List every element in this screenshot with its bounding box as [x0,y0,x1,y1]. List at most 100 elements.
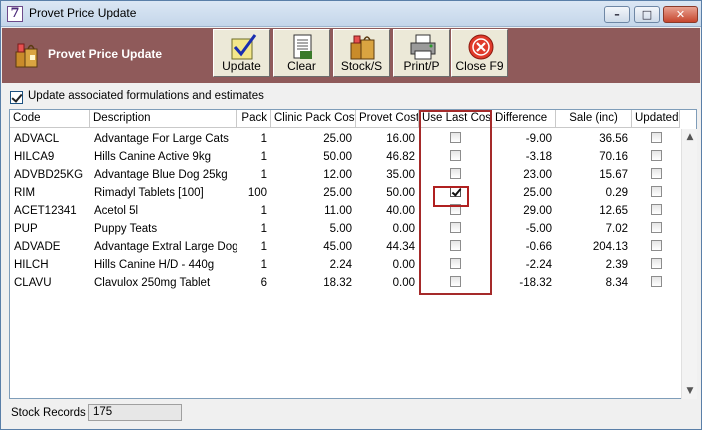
updated-checkbox[interactable] [650,132,662,144]
col-header-provet-cost[interactable]: Provet Cost [356,110,419,128]
use-last-cost-checkbox[interactable] [450,150,461,162]
cell-code: ADVADE [14,241,61,253]
use-last-cost-checkbox[interactable] [450,186,461,198]
table-row[interactable]: ADVADE Advantage Extral Large Dog 1 45.00 44… [10,238,680,256]
scroll-down-icon[interactable]: ▼ [682,383,698,399]
col-header-clinic-pack-cost[interactable]: Clinic Pack Cost [271,110,356,128]
cell-provet-cost: 40.00 [386,205,415,217]
header-title: Provet Price Update [48,47,163,61]
close-f9-button-label: Close F9 [455,59,504,73]
cell-description: Clavulox 250mg Tablet [94,277,211,289]
updated-checkbox[interactable] [650,186,662,198]
cell-pack: 1 [260,133,267,145]
cell-description: Acetol 5l [94,205,139,217]
updated-checkbox[interactable] [650,222,662,234]
cell-code: ADVACL [14,133,60,145]
cell-description: Advantage Blue Dog 25kg [94,169,228,181]
col-header-sale-inc[interactable]: Sale (inc) [556,110,632,128]
grid-header: Code Description Pack Clinic Pack Cost P… [10,110,680,128]
maximize-button[interactable]: □ [634,6,660,23]
table-row[interactable]: ADVACL Advantage For Large Cats 1 25.00 16.0… [10,130,680,148]
use-last-cost-checkbox[interactable] [450,204,461,216]
col-header-pack[interactable]: Pack [237,110,271,128]
cell-provet-cost: 0.00 [392,223,415,235]
cell-provet-cost: 0.00 [392,259,415,271]
updated-checkbox[interactable] [650,276,662,288]
table-row[interactable]: ACET12341 Acetol 5l 1 11.00 40.00 29.00 12.65 [10,202,680,220]
col-header-code[interactable]: Code [10,110,90,128]
table-row[interactable]: CLAVU Clavulox 250mg Tablet 6 18.32 0.00 -18.… [10,274,680,292]
cell-description: Puppy Teats [94,223,158,235]
cell-pack: 1 [260,241,267,253]
price-update-grid[interactable]: Code Description Pack Clinic Pack Cost P… [9,109,697,399]
cell-difference: -0.66 [525,241,552,253]
cell-sale-inc: 0.29 [605,187,628,199]
cell-use-last-cost [419,238,492,256]
print-button[interactable]: Print/P [393,29,450,77]
cell-clinic-pack-cost: 12.00 [323,169,352,181]
window-title: Provet Price Update [29,6,137,20]
title-bar[interactable]: 7 Provet Price Update – □ ✕ [1,1,701,27]
updated-checkbox[interactable] [650,204,662,216]
cell-code: PUP [14,223,38,235]
stock-bags-icon [350,35,375,60]
vertical-scrollbar[interactable]: ▲ ▼ [681,129,697,399]
use-last-cost-checkbox[interactable] [450,258,461,270]
scroll-up-icon[interactable]: ▲ [682,129,698,145]
cell-use-last-cost [419,202,492,220]
updated-checkbox[interactable] [650,240,662,252]
cell-description: Rimadyl Tablets [100] [94,187,204,199]
cell-updated [632,130,680,148]
update-associated-checkbox[interactable] [10,90,23,104]
minimize-button[interactable]: – [604,6,630,23]
window-close-button[interactable]: ✕ [663,6,698,23]
col-header-updated[interactable]: Updated [632,110,680,128]
use-last-cost-checkbox[interactable] [450,168,461,180]
use-last-cost-checkbox[interactable] [450,240,461,252]
stock-records-count: 175 [88,404,182,421]
cell-code: HILCH [14,259,49,271]
gift-bags-icon [15,43,38,68]
cell-clinic-pack-cost: 25.00 [323,187,352,199]
close-circle-icon [468,34,494,60]
cell-pack: 100 [247,187,267,199]
stock-button[interactable]: Stock/S [333,29,390,77]
cell-updated [632,256,680,274]
updated-checkbox[interactable] [650,258,662,270]
cell-use-last-cost [419,166,492,184]
cell-sale-inc: 15.67 [599,169,628,181]
update-associated-option[interactable]: Update associated formulations and estim… [10,90,264,104]
cell-updated [632,166,680,184]
cell-updated [632,202,680,220]
clear-button-label: Clear [287,59,316,73]
cell-provet-cost: 16.00 [386,133,415,145]
cell-difference: -5.00 [525,223,552,235]
update-button[interactable]: Update [213,29,270,77]
table-row[interactable]: HILCH Hills Canine H/D - 440g 1 2.24 0.00 -2.… [10,256,680,274]
cell-code: HILCA9 [14,151,55,163]
col-header-difference[interactable]: Difference [492,110,556,128]
table-row[interactable]: PUP Puppy Teats 1 5.00 0.00 -5.00 7.02 [10,220,680,238]
use-last-cost-checkbox[interactable] [450,276,461,288]
app-logo-icon[interactable]: 7 [7,6,23,22]
close-f9-button[interactable]: Close F9 [451,29,508,77]
clear-button[interactable]: Clear [273,29,330,77]
clear-document-icon [293,34,312,59]
use-last-cost-checkbox[interactable] [450,222,461,234]
updated-checkbox[interactable] [650,150,662,162]
provet-price-update-window: 7 Provet Price Update – □ ✕ Provet Price… [0,0,702,430]
col-header-use-last-cost[interactable]: Use Last Cost [419,110,492,128]
table-row[interactable]: RIM Rimadyl Tablets [100] 100 25.00 50.00 25.… [10,184,680,202]
table-row[interactable]: HILCA9 Hills Canine Active 9kg 1 50.00 46.82… [10,148,680,166]
cell-provet-cost: 50.00 [386,187,415,199]
update-check-icon [231,34,257,60]
cell-difference: -2.24 [525,259,552,271]
cell-pack: 6 [260,277,267,289]
updated-checkbox[interactable] [650,168,662,180]
col-header-description[interactable]: Description [90,110,237,128]
table-row[interactable]: ADVBD25KG Advantage Blue Dog 25kg 1 12.00 35… [10,166,680,184]
use-last-cost-checkbox[interactable] [450,132,461,144]
cell-sale-inc: 70.16 [599,151,628,163]
cell-updated [632,220,680,238]
cell-sale-inc: 204.13 [592,241,628,253]
